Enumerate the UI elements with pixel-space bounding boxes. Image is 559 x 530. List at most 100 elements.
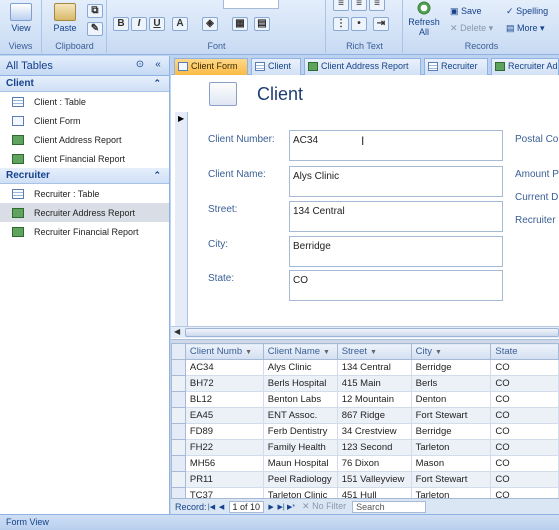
table-cell[interactable]: FD89 [184, 423, 264, 440]
table-row[interactable]: FD89 Ferb Dentistry 34 Crestview Berridge CO [171, 423, 559, 440]
table-row[interactable]: FH22 Family Health 123 Second Tarleton CO [171, 439, 559, 456]
table-cell[interactable]: 415 Main [336, 375, 412, 392]
refresh-all-button[interactable]: Refresh All [408, 1, 440, 37]
table-cell[interactable]: 134 Central [336, 359, 412, 376]
nav-pane-header[interactable]: All Tables ⊙ « [0, 56, 169, 76]
table-cell[interactable]: 867 Ridge [336, 407, 412, 424]
table-cell[interactable]: Denton [410, 391, 492, 408]
row-selector[interactable] [171, 375, 186, 392]
table-cell[interactable]: Family Health [262, 439, 338, 456]
table-cell[interactable]: Tarleton [410, 487, 492, 498]
search-box[interactable]: Search [352, 500, 427, 513]
tab-client-address-report[interactable]: Client Address Report [304, 58, 421, 75]
table-cell[interactable]: 123 Second [336, 439, 412, 456]
table-cell[interactable]: CO [490, 487, 559, 498]
format-painter-icon[interactable]: ✎ [87, 22, 103, 36]
table-cell[interactable]: Peel Radiology [262, 471, 338, 488]
current-record-box[interactable]: 1 of 10 [228, 500, 265, 513]
tab-client[interactable]: Client [251, 58, 301, 75]
more-button[interactable]: ▤ More ▾ [506, 23, 545, 34]
nav-item-client-form[interactable]: Client Form [0, 111, 169, 130]
form-horizontal-scrollbar[interactable]: ◀ [171, 326, 559, 338]
row-selector[interactable] [171, 407, 186, 424]
table-cell[interactable]: 12 Mountain [336, 391, 412, 408]
nav-collapse-icon[interactable]: « [151, 59, 165, 72]
align-left-icon[interactable]: ≡ [333, 0, 349, 11]
table-cell[interactable]: Maun Hospital [262, 455, 338, 472]
column-header[interactable]: Client Name ▼ [262, 343, 338, 360]
table-cell[interactable]: TC37 [184, 487, 264, 498]
table-row[interactable]: AC34 Alys Clinic 134 Central Berridge CO [171, 359, 559, 376]
collapse-chevron-icon[interactable]: ⌃ [153, 76, 161, 91]
nav-group-recruiter[interactable]: Recruiter ⌃ [0, 168, 169, 184]
previous-record-icon[interactable]: ◀ [217, 503, 227, 511]
table-cell[interactable]: EA45 [184, 407, 264, 424]
table-cell[interactable]: 451 Hull [336, 487, 412, 498]
nav-item-recruiter-address-report[interactable]: Recruiter Address Report [0, 203, 169, 222]
tab-recruiter-address-report[interactable]: Recruiter Ad [491, 58, 559, 75]
table-cell[interactable]: Berridge [410, 423, 492, 440]
delete-record-button[interactable]: ✕ Delete ▾ [450, 23, 493, 34]
table-cell[interactable]: ENT Assoc. [262, 407, 338, 424]
font-size-box[interactable] [223, 0, 279, 9]
italic-button[interactable]: I [131, 17, 147, 31]
column-header[interactable]: Street ▼ [336, 343, 412, 360]
next-record-icon[interactable]: ▶ [266, 503, 276, 511]
table-cell[interactable]: BL12 [184, 391, 264, 408]
state-field[interactable]: CO [289, 270, 503, 301]
column-header[interactable]: Client Numb ▼ [184, 343, 264, 360]
row-selector[interactable] [171, 423, 186, 440]
table-row[interactable]: BL12 Benton Labs 12 Mountain Denton CO [171, 391, 559, 408]
scroll-left-icon[interactable]: ◀ [174, 327, 180, 336]
alt-row-color-icon[interactable]: ▤ [254, 17, 270, 31]
gridlines-icon[interactable]: ▦ [232, 17, 248, 31]
nav-item-recruiter-financial-report[interactable]: Recruiter Financial Report [0, 222, 169, 241]
record-selector[interactable]: ▶ [175, 112, 188, 326]
table-cell[interactable]: Ferb Dentistry [262, 423, 338, 440]
table-row[interactable]: TC37 Tarleton Clinic 451 Hull Tarleton CO [171, 487, 559, 498]
table-row[interactable]: EA45 ENT Assoc. 867 Ridge Fort Stewart CO [171, 407, 559, 424]
last-record-icon[interactable]: ▶| [276, 503, 286, 511]
nav-menu-dropdown-icon[interactable]: ⊙ [133, 59, 147, 72]
row-selector[interactable] [171, 455, 186, 472]
copy-icon[interactable]: ⧉ [87, 4, 103, 18]
indent-icon[interactable]: ⇥ [373, 17, 389, 31]
first-record-icon[interactable]: |◀ [207, 503, 217, 511]
table-cell[interactable]: Alys Clinic [262, 359, 338, 376]
tab-client-form[interactable]: Client Form [174, 58, 248, 75]
collapse-chevron-icon[interactable]: ⌃ [153, 168, 161, 183]
table-cell[interactable]: Tarleton [410, 439, 492, 456]
table-cell[interactable]: CO [490, 471, 559, 488]
select-all-cell[interactable] [171, 343, 186, 360]
table-cell[interactable]: CO [490, 375, 559, 392]
table-cell[interactable]: CO [490, 391, 559, 408]
table-cell[interactable]: Fort Stewart [410, 407, 492, 424]
table-cell[interactable]: FH22 [184, 439, 264, 456]
scroll-thumb[interactable] [185, 328, 559, 337]
table-cell[interactable]: Berls Hospital [262, 375, 338, 392]
table-row[interactable]: MH56 Maun Hospital 76 Dixon Mason CO [171, 455, 559, 472]
table-cell[interactable]: Mason [410, 455, 492, 472]
spelling-button[interactable]: ✓ Spelling [506, 6, 548, 17]
nav-item-client-table[interactable]: Client : Table [0, 92, 169, 111]
table-cell[interactable]: 34 Crestview [336, 423, 412, 440]
table-cell[interactable]: CO [490, 423, 559, 440]
table-cell[interactable]: CO [490, 455, 559, 472]
row-selector[interactable] [171, 471, 186, 488]
nav-item-client-financial-report[interactable]: Client Financial Report [0, 149, 169, 168]
city-field[interactable]: Berridge [289, 236, 503, 267]
table-cell[interactable]: Berridge [410, 359, 492, 376]
table-cell[interactable]: PR11 [184, 471, 264, 488]
tab-recruiter[interactable]: Recruiter [424, 58, 488, 75]
align-right-icon[interactable]: ≡ [369, 0, 385, 11]
table-cell[interactable]: AC34 [184, 359, 264, 376]
save-record-button[interactable]: ▣ Save [450, 6, 482, 17]
table-cell[interactable]: 76 Dixon [336, 455, 412, 472]
nav-item-client-address-report[interactable]: Client Address Report [0, 130, 169, 149]
table-cell[interactable]: CO [490, 407, 559, 424]
table-cell[interactable]: BH72 [184, 375, 264, 392]
client-name-field[interactable]: Alys Clinic [289, 166, 503, 197]
table-cell[interactable]: MH56 [184, 455, 264, 472]
view-button[interactable]: View [6, 3, 36, 33]
row-selector[interactable] [171, 439, 186, 456]
